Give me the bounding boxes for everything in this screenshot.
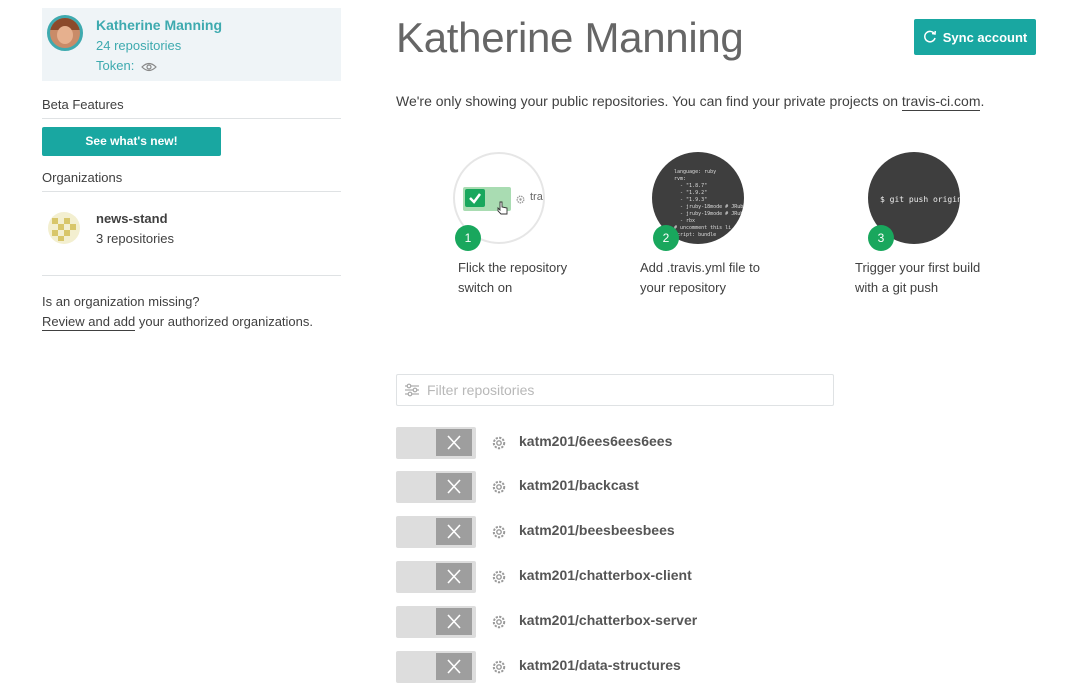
step-1-preview-text: tra (530, 191, 543, 203)
step-2-text: Add .travis.yml file to your repository (640, 260, 760, 295)
sync-account-label: Sync account (942, 29, 1028, 45)
step-2-badge: 2 (653, 225, 679, 251)
filter-repositories-input[interactable] (427, 376, 827, 404)
gear-icon (516, 195, 525, 204)
review-and-add-link[interactable]: Review and add (42, 314, 136, 331)
notice-end: . (980, 93, 985, 109)
repo-row: katm201/beesbeesbees (396, 516, 896, 548)
gear-icon[interactable] (491, 479, 507, 495)
repo-toggle[interactable] (396, 651, 476, 683)
repo-name[interactable]: katm201/backcast (519, 477, 639, 493)
organizations-title: Organizations (42, 170, 341, 192)
repo-toggle[interactable] (396, 606, 476, 638)
repo-name[interactable]: katm201/beesbeesbees (519, 522, 675, 538)
checkmark-icon (469, 193, 481, 204)
profile-name[interactable]: Katherine Manning (96, 17, 222, 33)
org-avatar[interactable] (48, 212, 80, 244)
travis-yml-preview: language: ruby rvm: - "1.8.7" - "1.9.2" … (674, 169, 744, 238)
gear-icon[interactable] (491, 524, 507, 540)
gear-icon[interactable] (491, 614, 507, 630)
repo-row: katm201/6ees6ees6ees (396, 427, 896, 459)
profile-repos-link[interactable]: 24 repositories (96, 38, 181, 53)
org-repos: 3 repositories (96, 231, 175, 246)
close-icon (447, 569, 461, 584)
beta-features-title: Beta Features (42, 97, 341, 119)
repo-row: katm201/chatterbox-client (396, 561, 896, 593)
repo-name[interactable]: katm201/chatterbox-client (519, 567, 692, 583)
token-label: Token: (96, 58, 135, 73)
step-3-badge: 3 (868, 225, 894, 251)
close-icon (447, 479, 461, 494)
close-icon (447, 614, 461, 629)
filter-icon (405, 383, 419, 397)
org-name[interactable]: news-stand (96, 211, 168, 226)
org-missing-line: Review and add your authorized organizat… (42, 314, 314, 331)
page-title: Katherine Manning (396, 14, 744, 61)
repo-name[interactable]: katm201/data-structures (519, 657, 681, 673)
org-missing-rest: your authorized organizations. (135, 314, 314, 329)
repo-name[interactable]: katm201/6ees6ees6ees (519, 433, 672, 449)
step-1-text: Flick the repository switch on (458, 260, 568, 295)
step-1-badge: 1 (455, 225, 481, 251)
repo-row: katm201/data-structures (396, 651, 896, 683)
repo-toggle[interactable] (396, 471, 476, 503)
git-push-preview: $ git push origin (880, 195, 960, 204)
public-repos-notice: We're only showing your public repositor… (396, 93, 985, 111)
close-icon (447, 659, 461, 674)
gear-icon[interactable] (491, 659, 507, 675)
repo-toggle[interactable] (396, 516, 476, 548)
see-whats-new-button[interactable]: See what's new! (42, 127, 221, 156)
sync-icon (923, 30, 936, 43)
travis-ci-com-link[interactable]: travis-ci.com (901, 93, 981, 111)
profile-card: Katherine Manning 24 repositories Token: (42, 8, 341, 81)
sidebar-divider (42, 275, 341, 276)
cursor-hand-icon (497, 201, 508, 215)
repo-name[interactable]: katm201/chatterbox-server (519, 612, 697, 628)
token-toggle[interactable]: Token: (96, 58, 157, 73)
close-icon (447, 435, 461, 450)
repo-row: katm201/backcast (396, 471, 896, 503)
repo-toggle[interactable] (396, 561, 476, 593)
filter-box (396, 374, 834, 406)
gear-icon[interactable] (491, 435, 507, 451)
repo-toggle[interactable] (396, 427, 476, 459)
avatar[interactable] (47, 15, 83, 51)
notice-text: We're only showing your public repositor… (396, 93, 902, 109)
step-3-text: Trigger your first build with a git push (855, 260, 981, 295)
repo-row: katm201/chatterbox-server (396, 606, 896, 638)
org-missing-question: Is an organization missing? (42, 294, 200, 309)
gear-icon[interactable] (491, 569, 507, 585)
close-icon (447, 524, 461, 539)
eye-icon[interactable] (141, 62, 157, 72)
sync-account-button[interactable]: Sync account (914, 19, 1036, 55)
